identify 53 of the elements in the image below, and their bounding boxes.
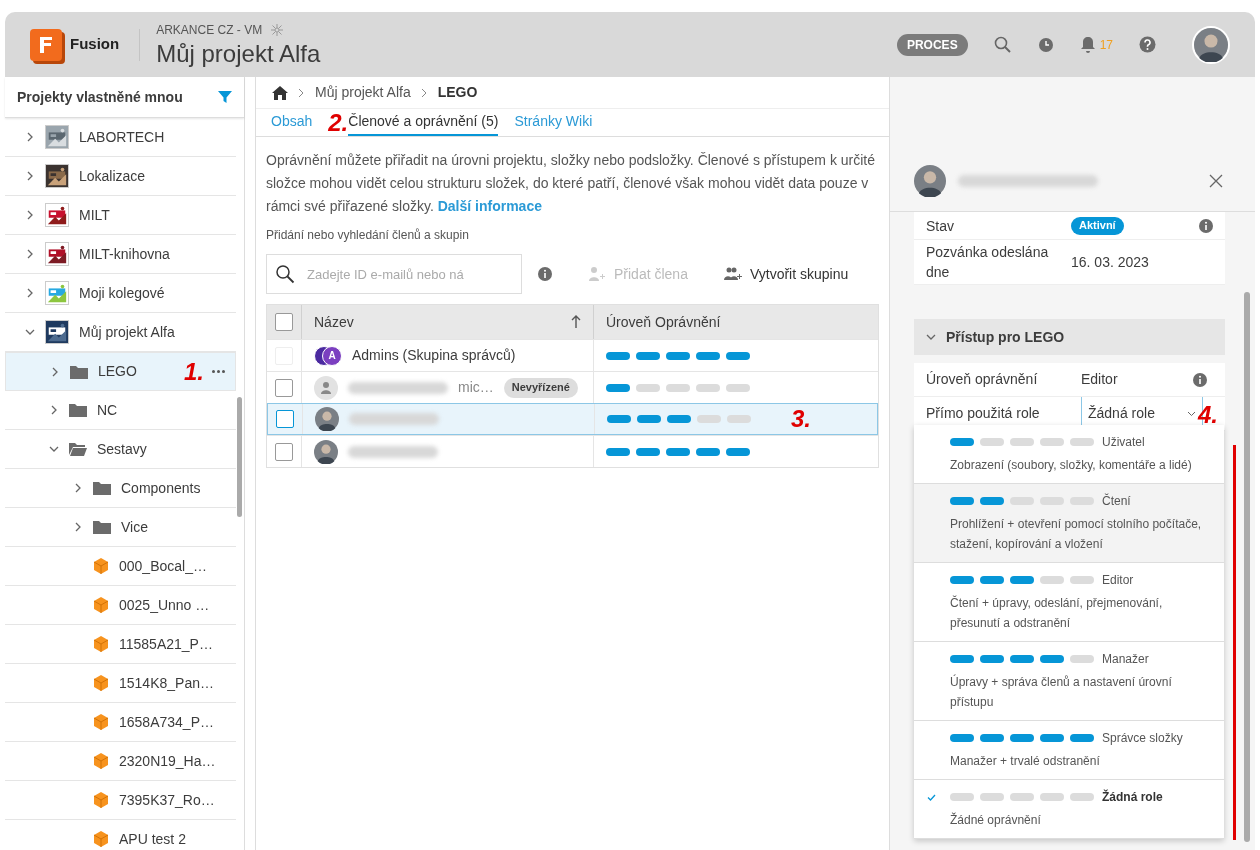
- field-label: Stav: [926, 216, 955, 236]
- annotation-number: 1.: [184, 359, 204, 384]
- tree-item-label: LABORTECH: [79, 127, 165, 147]
- notification-count: 17: [1099, 36, 1113, 54]
- role-description: Manažer + trvalé odstranění: [950, 753, 1101, 770]
- tree-item-label: Components: [121, 478, 201, 498]
- annotation-number: 2.: [328, 110, 349, 135]
- tree-item-label: 7395K37_Ro…: [119, 790, 215, 810]
- tree-item-label: Lokalizace: [79, 166, 146, 186]
- role-name: Žádná role: [1102, 788, 1163, 806]
- group-name: Admins (Skupina správců): [352, 346, 516, 365]
- role-name: Uživatel: [1102, 434, 1145, 451]
- tree-item-label: MILT-knihovna: [79, 244, 170, 264]
- tree-item-label: 0025_Unno …: [119, 595, 210, 615]
- sidebar-title: Projekty vlastněné mnou: [17, 87, 183, 107]
- hub-name: ARKANCE CZ - VM: [156, 21, 263, 39]
- field-label: Přímo použitá role: [926, 404, 1041, 423]
- role-description: Čtení + úpravy, odeslání, přejmenování, přesunutí a odstranění: [950, 594, 1164, 632]
- field-value: 16. 03. 2023: [1071, 252, 1149, 272]
- tree-item-label: NC: [97, 400, 118, 420]
- member-email: mic…: [458, 378, 494, 397]
- role-name: Čtení: [1102, 492, 1131, 510]
- role-name: Správce složky: [1102, 730, 1183, 747]
- tree-item-label: 1514K8_Pan…: [119, 673, 214, 693]
- search-label: Přidání nebo vyhledání členů a skupin: [265, 227, 470, 244]
- tree-item-label: APU test 2: [119, 829, 186, 849]
- project-title: Můj projekt Alfa: [156, 38, 321, 69]
- role-description: Úpravy + správa členů a nastavení úrovní přístupu: [950, 673, 1173, 711]
- tree-item-label: 11585A21_P…: [119, 634, 213, 654]
- role-description: Zobrazení (soubory, složky, komentáře a lidé): [950, 457, 1193, 474]
- tree-item-label: 000_Bocal_…: [119, 556, 207, 576]
- tree-item-label: 2320N19_Ha…: [119, 751, 216, 771]
- tree-item-label: Vice: [121, 517, 148, 537]
- role-name: Editor: [1102, 572, 1134, 589]
- tree-item-label: Sestavy: [97, 439, 147, 459]
- tree-item-label: Můj projekt Alfa: [79, 322, 175, 342]
- brand-name: Fusion: [70, 34, 120, 55]
- pending-badge: Nevyřízené: [503, 377, 578, 398]
- breadcrumb-item: LEGO: [437, 83, 478, 102]
- field-label: Pozvánka odeslána dne: [926, 243, 1050, 282]
- tree-item-label: Moji kolegové: [79, 283, 165, 303]
- intro-text: Oprávnění můžete přiřadit na úrovni projektu, složky nebo podsložky. Členové s přístupem k určité složce mohou vidět celou strukturu složek, do které patří, členové však mohou vidět data pouze v rámci své přiřazené složky. Další informace: [265, 151, 877, 216]
- role-description: Prohlížení + otevření pomocí stolního počítače, stažení, kopírování a vložení: [950, 516, 1203, 553]
- field-value: Editor: [1081, 370, 1118, 389]
- tree-item-label: 1658A734_P…: [119, 712, 214, 732]
- section-title: Přístup pro LEGO: [946, 327, 1065, 347]
- status-badge: Aktivní: [1071, 216, 1124, 235]
- role-name: Manažer: [1102, 651, 1149, 668]
- tree-item-label: MILT: [79, 205, 110, 225]
- field-label: Úroveň oprávnění: [926, 370, 1039, 389]
- annotation-number: 3.: [791, 407, 811, 431]
- role-description: Žádné oprávnění: [950, 811, 1042, 829]
- tree-item-label: LEGO: [98, 362, 137, 381]
